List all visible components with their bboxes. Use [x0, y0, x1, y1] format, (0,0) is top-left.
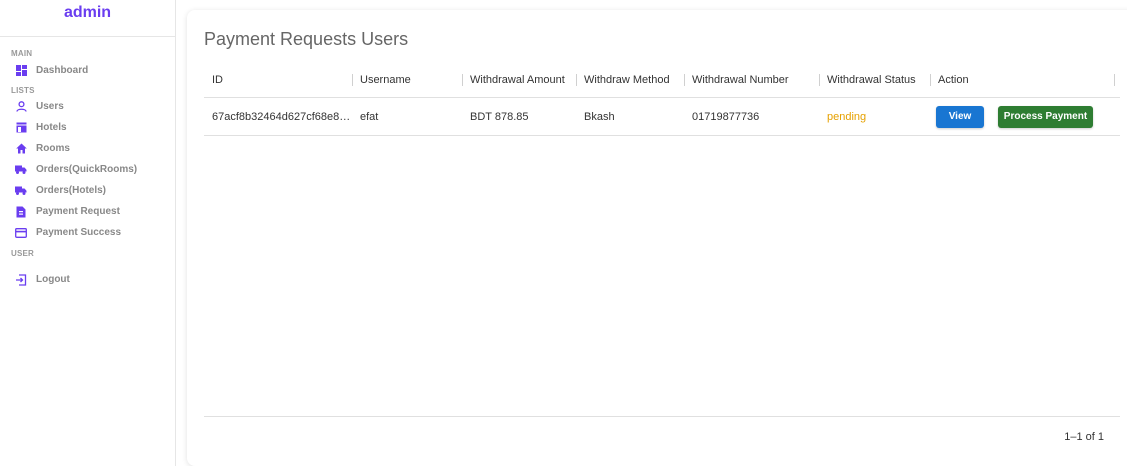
- sidebar-item-payment-success[interactable]: Payment Success: [0, 222, 175, 243]
- dashboard-icon: [15, 65, 27, 77]
- view-button[interactable]: View: [936, 105, 984, 128]
- column-header-status[interactable]: Withdrawal Status: [827, 62, 916, 97]
- sidebar-item-label: Rooms: [36, 143, 70, 154]
- sidebar-item-label: Dashboard: [36, 65, 89, 76]
- section-title-user: USER: [11, 249, 35, 258]
- main-card: Payment Requests Users ID Username Withd…: [187, 10, 1127, 466]
- process-payment-button[interactable]: Process Payment: [998, 105, 1093, 128]
- column-separator[interactable]: [819, 74, 820, 86]
- sidebar-item-payment-request[interactable]: Payment Request: [0, 201, 175, 222]
- data-grid: ID Username Withdrawal Amount Withdraw M…: [204, 62, 1120, 136]
- column-header-amount[interactable]: Withdrawal Amount: [470, 62, 565, 97]
- sidebar-item-logout[interactable]: Logout: [0, 269, 175, 290]
- sidebar-item-label: Orders(Hotels): [36, 185, 107, 196]
- sidebar-item-rooms[interactable]: Rooms: [0, 138, 175, 159]
- column-separator[interactable]: [1114, 74, 1115, 86]
- logout-icon: [15, 273, 27, 286]
- column-header-action[interactable]: Action: [938, 62, 969, 97]
- table-row[interactable]: 67acf8b32464d627cf68e8… efat BDT 878.85 …: [204, 98, 1120, 136]
- cell-action: View Process Payment: [936, 98, 1093, 135]
- truck-icon: [15, 164, 27, 176]
- store-icon: [15, 122, 27, 134]
- column-separator[interactable]: [684, 74, 685, 86]
- cell-username: efat: [360, 110, 379, 123]
- pagination-info: 1–1 of 1: [1064, 431, 1104, 443]
- sidebar-item-orders-hotels[interactable]: Orders(Hotels): [0, 180, 175, 201]
- cell-amount: BDT 878.85: [470, 110, 529, 123]
- cell-id: 67acf8b32464d627cf68e8…: [212, 110, 351, 123]
- sidebar-item-label: Payment Success: [36, 227, 122, 238]
- sidebar-item-label: Logout: [36, 274, 70, 285]
- section-title-main: MAIN: [11, 49, 33, 58]
- column-separator[interactable]: [462, 74, 463, 86]
- column-separator[interactable]: [576, 74, 577, 86]
- cell-status: pending: [827, 98, 866, 135]
- status-badge: pending: [827, 110, 867, 123]
- column-header-method[interactable]: Withdraw Method: [584, 62, 670, 97]
- logo-area: admin: [0, 0, 175, 37]
- sidebar-item-users[interactable]: Users: [0, 96, 175, 117]
- table-header: ID Username Withdrawal Amount Withdraw M…: [204, 62, 1120, 98]
- sidebar-item-label: Users: [36, 101, 64, 112]
- sidebar-item-label: Hotels: [36, 122, 67, 133]
- truck-icon: [15, 185, 27, 197]
- home-icon: [15, 143, 27, 155]
- cell-number: 01719877736: [692, 110, 760, 123]
- column-separator[interactable]: [930, 74, 931, 86]
- page-title: Payment Requests Users: [204, 29, 409, 49]
- document-icon: [15, 206, 27, 218]
- sidebar-item-hotels[interactable]: Hotels: [0, 117, 175, 138]
- sidebar-item-dashboard[interactable]: Dashboard: [0, 60, 175, 81]
- sidebar-item-label: Orders(QuickRooms): [36, 164, 138, 175]
- credit-card-icon: [15, 227, 27, 239]
- app: admin MAIN Dashboard LISTS Users Hotels: [0, 0, 1127, 466]
- logo[interactable]: admin: [64, 4, 111, 22]
- column-header-number[interactable]: Withdrawal Number: [692, 62, 789, 97]
- sidebar: admin MAIN Dashboard LISTS Users Hotels: [0, 0, 176, 466]
- user-icon: [15, 101, 27, 113]
- sidebar-item-orders-quickrooms[interactable]: Orders(QuickRooms): [0, 159, 175, 180]
- column-separator[interactable]: [352, 74, 353, 86]
- table-footer: 1–1 of 1: [204, 416, 1120, 456]
- sidebar-item-label: Payment Request: [36, 206, 120, 217]
- column-header-id[interactable]: ID: [212, 62, 223, 97]
- section-title-lists: LISTS: [11, 86, 35, 95]
- column-header-username[interactable]: Username: [360, 62, 411, 97]
- cell-method: Bkash: [584, 110, 615, 123]
